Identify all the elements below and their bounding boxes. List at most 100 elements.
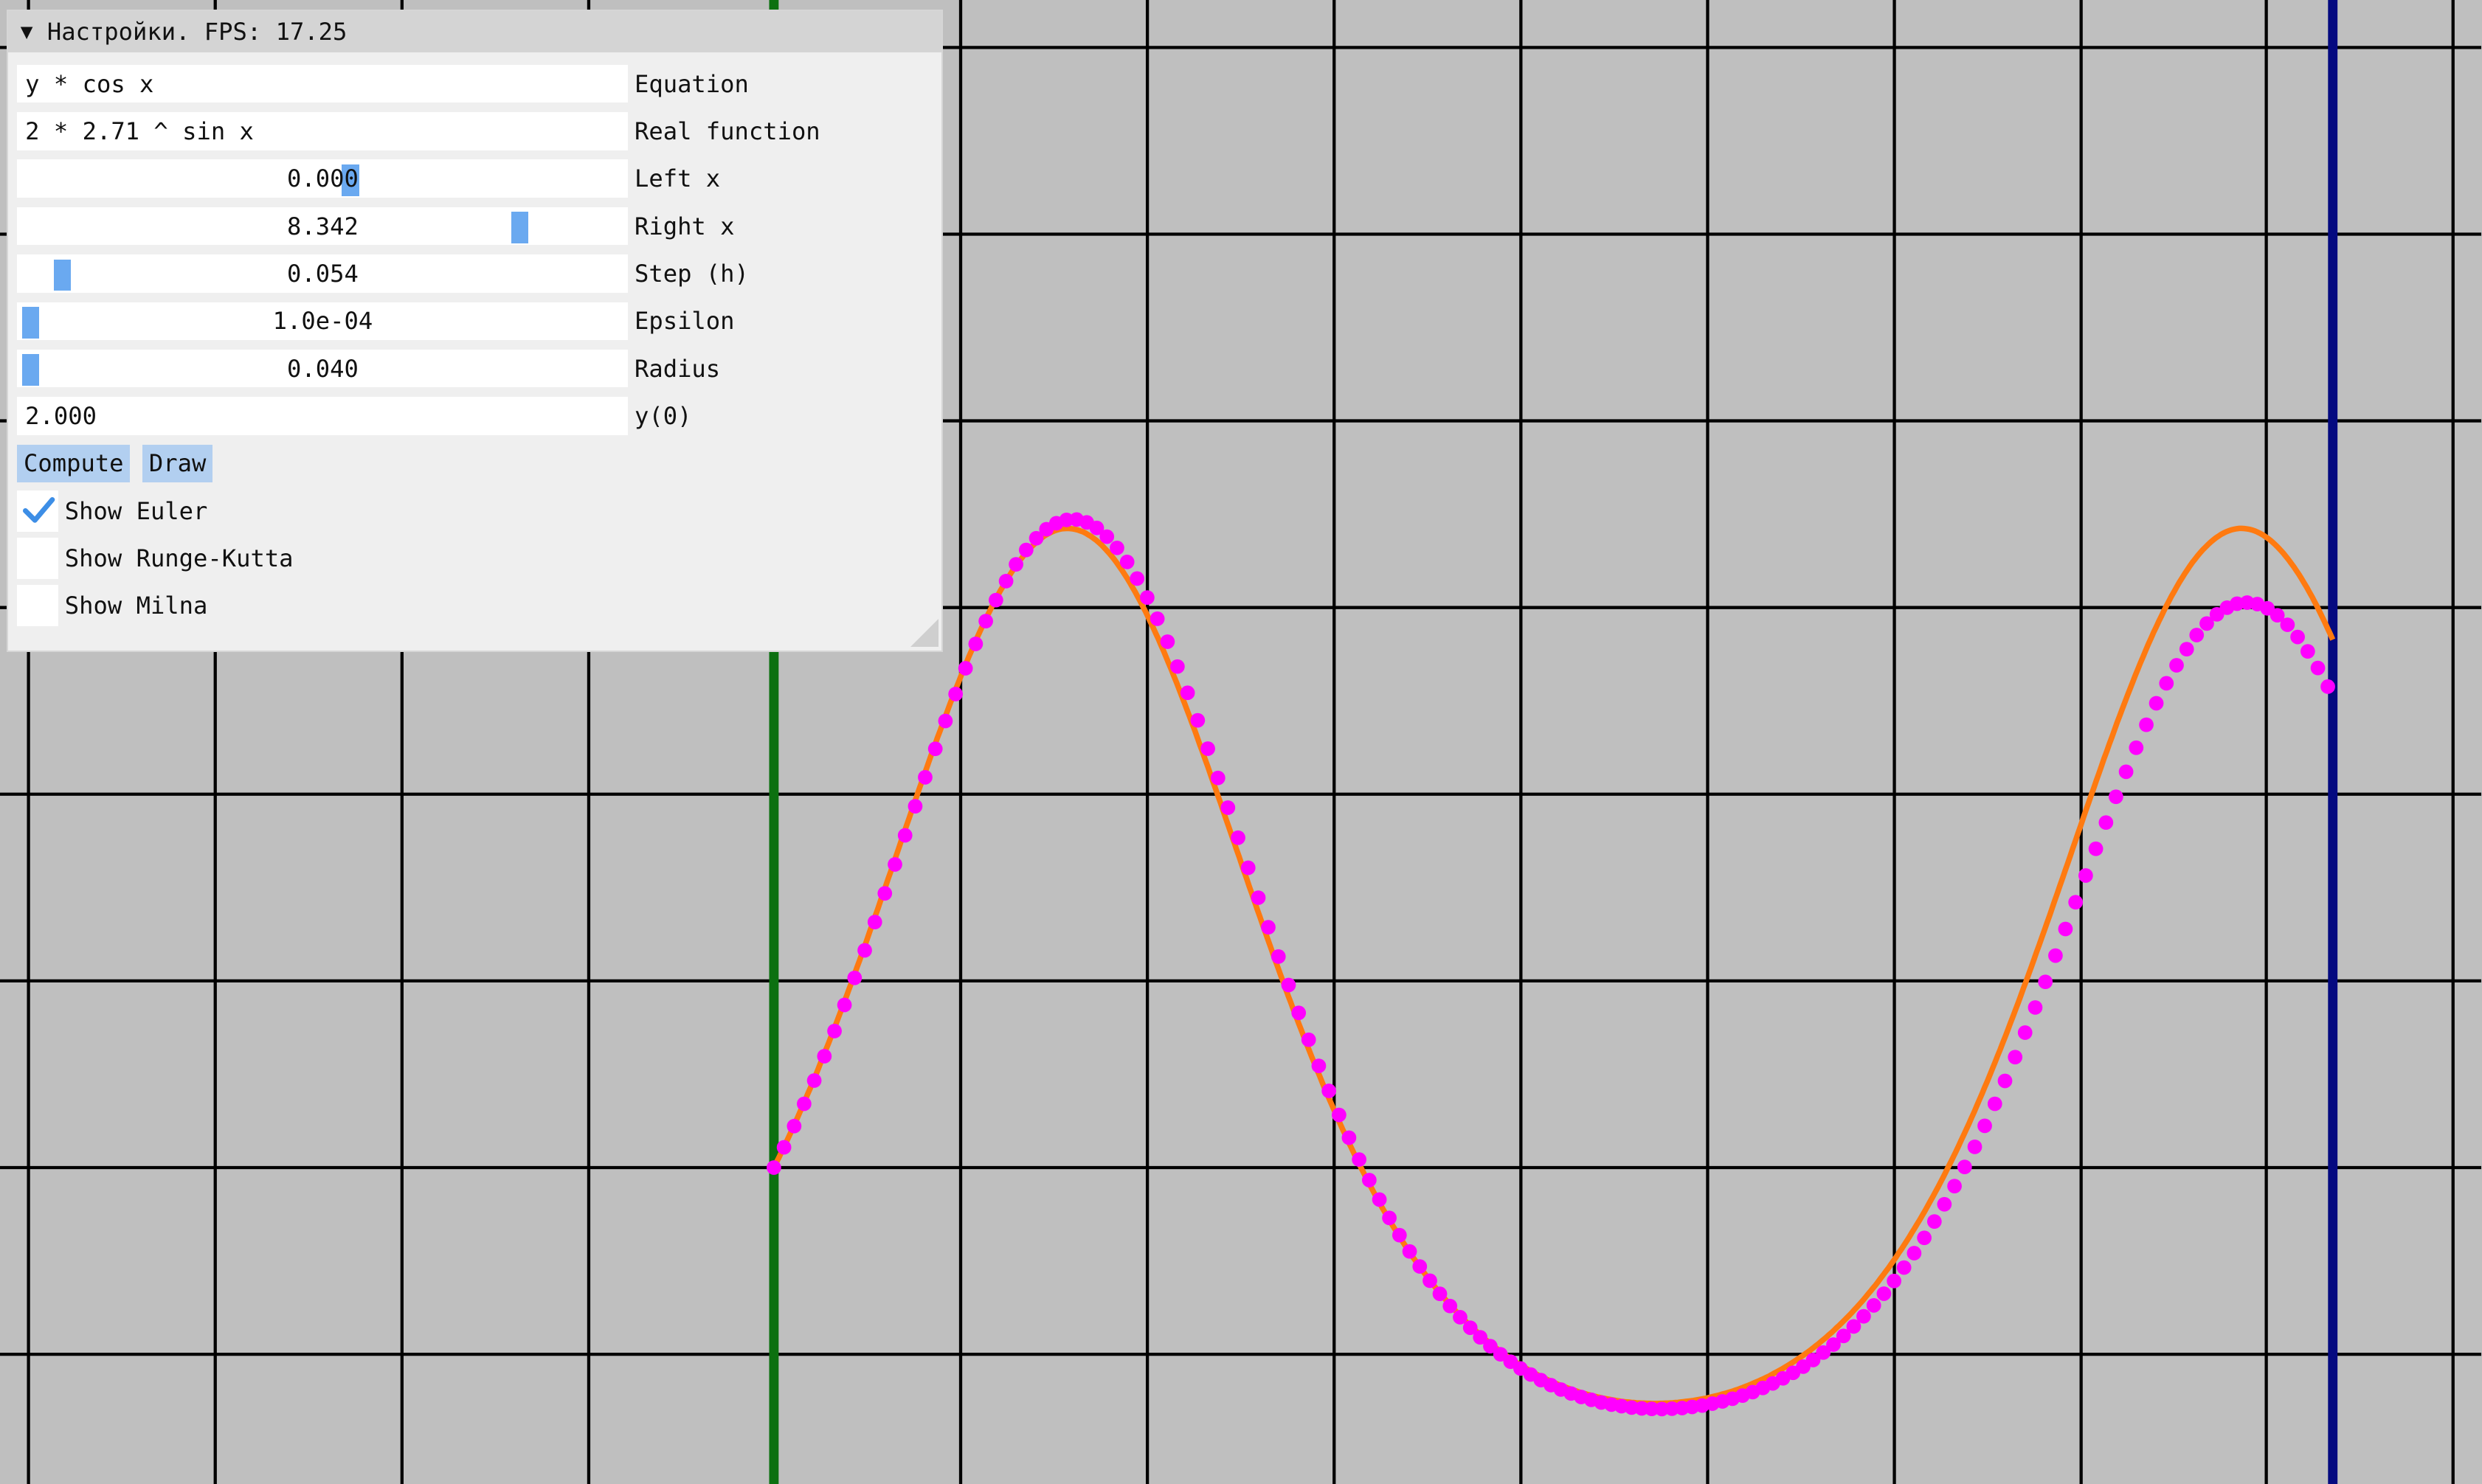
euler-point xyxy=(2068,895,2084,910)
radius-slider-grab[interactable] xyxy=(21,354,40,386)
euler-point xyxy=(1917,1230,1932,1246)
epsilon-slider-grab[interactable] xyxy=(21,306,40,339)
settings-titlebar[interactable]: ▼ Настройки. FPS: 17.25 xyxy=(7,10,942,52)
euler-point xyxy=(1332,1107,1347,1123)
euler-point xyxy=(1130,571,1145,586)
euler-point xyxy=(1957,1159,1972,1175)
epsilon-slider[interactable]: 1.0e-04 xyxy=(17,302,629,340)
show-runge-kutta-label: Show Runge-Kutta xyxy=(64,544,294,572)
euler-point xyxy=(1856,1308,1871,1324)
euler-point xyxy=(1140,590,1155,606)
equation-row: y * cos x Equation xyxy=(17,64,749,103)
step-slider-grab[interactable] xyxy=(53,259,72,291)
euler-point xyxy=(2320,679,2335,694)
step-row: 0.054 Step (h) xyxy=(17,254,749,293)
left-x-value: 0.000 xyxy=(287,164,359,193)
euler-point xyxy=(988,592,1003,608)
resize-grip-icon[interactable] xyxy=(910,619,939,648)
euler-point xyxy=(817,1049,832,1064)
equation-input[interactable]: y * cos x xyxy=(17,64,629,103)
euler-point xyxy=(1423,1273,1437,1289)
button-row: Compute Draw xyxy=(17,444,225,483)
euler-point xyxy=(1432,1286,1448,1302)
euler-point xyxy=(797,1096,812,1112)
step-label: Step (h) xyxy=(634,259,749,288)
epsilon-row: 1.0e-04 Epsilon xyxy=(17,302,735,340)
euler-point xyxy=(1382,1210,1397,1226)
settings-panel[interactable]: ▼ Настройки. FPS: 17.25 y * cos x Equati… xyxy=(6,9,944,652)
left-x-slider[interactable]: 0.000 xyxy=(17,159,629,198)
equation-label: Equation xyxy=(634,69,749,98)
euler-point xyxy=(1453,1310,1468,1325)
step-value: 0.054 xyxy=(287,259,359,288)
euler-point xyxy=(888,857,902,872)
euler-point xyxy=(1442,1298,1458,1314)
euler-point xyxy=(938,713,953,729)
show-milna-checkbox[interactable] xyxy=(17,585,59,627)
euler-point xyxy=(2129,740,2144,755)
show-milna-row: Show Milna xyxy=(17,583,207,628)
epsilon-value: 1.0e-04 xyxy=(272,307,373,336)
euler-point xyxy=(1997,1073,2013,1089)
compute-button[interactable]: Compute xyxy=(17,444,131,483)
euler-point xyxy=(827,1024,842,1039)
step-slider[interactable]: 0.054 xyxy=(17,254,629,293)
right-x-slider-grab[interactable] xyxy=(511,212,529,244)
draw-button[interactable]: Draw xyxy=(142,444,212,483)
euler-point xyxy=(1009,557,1023,572)
euler-point xyxy=(2108,789,2123,805)
euler-point xyxy=(2290,629,2305,645)
right-x-row: 8.342 Right x xyxy=(17,207,735,246)
euler-point xyxy=(1240,860,1256,876)
show-euler-checkbox[interactable] xyxy=(17,490,59,532)
euler-point xyxy=(1311,1058,1327,1073)
show-milna-label: Show Milna xyxy=(64,592,208,620)
real-function-label: Real function xyxy=(634,117,820,145)
show-runge-kutta-checkbox[interactable] xyxy=(17,538,59,579)
euler-point xyxy=(2280,617,2295,632)
y0-input[interactable]: 2.000 xyxy=(17,397,629,435)
euler-point xyxy=(1110,540,1124,555)
radius-slider[interactable]: 0.040 xyxy=(17,349,629,388)
euler-point xyxy=(1947,1179,1962,1193)
euler-point xyxy=(1967,1140,1983,1154)
euler-point xyxy=(1018,542,1034,558)
euler-point xyxy=(2169,658,2184,673)
euler-point xyxy=(877,886,893,901)
euler-point xyxy=(837,997,852,1013)
radius-value: 0.040 xyxy=(287,354,359,383)
radius-row: 0.040 Radius xyxy=(17,349,720,388)
euler-point xyxy=(918,769,933,785)
euler-point xyxy=(1361,1173,1377,1187)
euler-point xyxy=(1876,1286,1892,1301)
euler-point xyxy=(1341,1130,1357,1145)
euler-point xyxy=(1099,529,1115,544)
euler-point xyxy=(998,573,1014,589)
y0-row: 2.000 y(0) xyxy=(17,397,691,435)
euler-point xyxy=(2118,764,2134,780)
euler-point xyxy=(2008,1050,2023,1065)
euler-point xyxy=(2048,948,2063,963)
euler-point xyxy=(1896,1260,1912,1275)
euler-point xyxy=(2028,1000,2043,1015)
euler-point xyxy=(1352,1152,1366,1167)
euler-point xyxy=(776,1140,792,1155)
euler-point xyxy=(968,637,984,651)
euler-point xyxy=(1301,1032,1316,1047)
euler-point xyxy=(1926,1214,1942,1230)
euler-point xyxy=(1271,949,1286,964)
right-x-label: Right x xyxy=(634,212,735,240)
euler-point xyxy=(1170,659,1185,674)
right-x-slider[interactable]: 8.342 xyxy=(17,207,629,246)
real-function-row: 2 * 2.71 ^ sin x Real function xyxy=(17,112,820,150)
show-euler-row: Show Euler xyxy=(17,489,207,533)
euler-point xyxy=(1231,830,1245,845)
euler-point xyxy=(2300,644,2315,659)
euler-point xyxy=(2078,868,2093,883)
left-x-label: Left x xyxy=(634,164,721,193)
euler-point xyxy=(1261,920,1276,935)
collapse-triangle-icon[interactable]: ▼ xyxy=(21,19,33,44)
euler-point xyxy=(1987,1096,2002,1112)
euler-point xyxy=(897,828,913,843)
real-function-input[interactable]: 2 * 2.71 ^ sin x xyxy=(17,112,629,150)
